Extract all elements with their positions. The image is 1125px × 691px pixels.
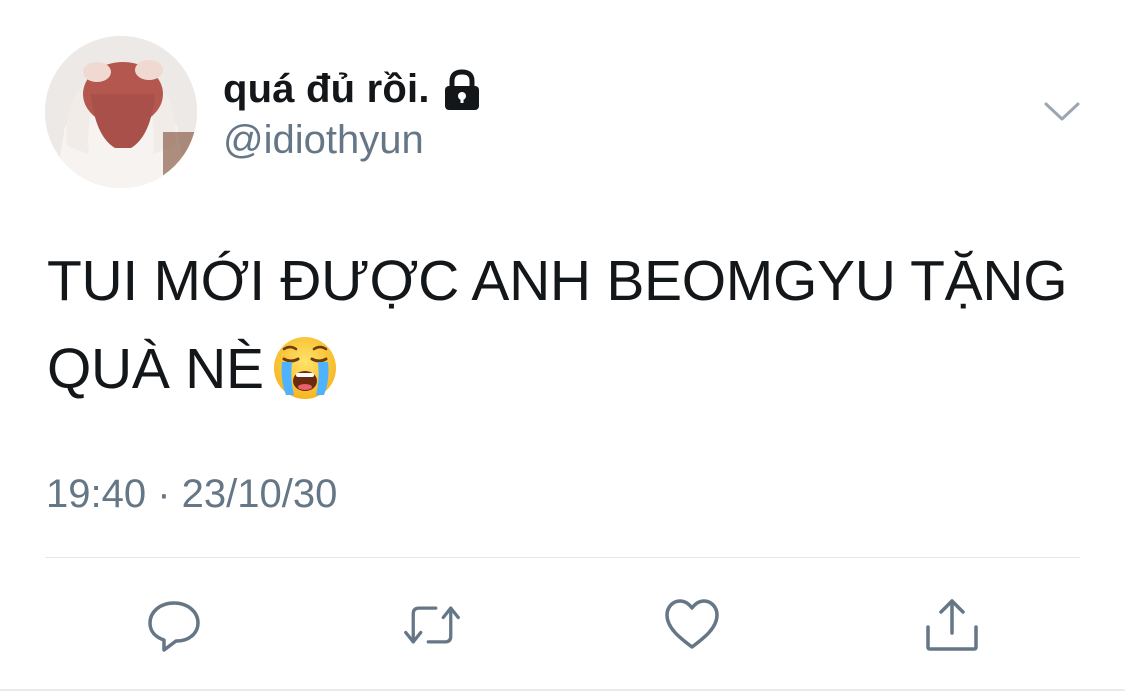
- profile-photo: [45, 36, 197, 188]
- user-handle[interactable]: @idiothyun: [223, 118, 424, 163]
- lock-icon: [442, 69, 482, 111]
- reply-icon: [148, 601, 200, 652]
- share-button[interactable]: [922, 595, 982, 655]
- tweet-timestamp[interactable]: 19:40 · 23/10/30: [46, 472, 337, 517]
- tweet-body: TUI MỚI ĐƯỢC ANH BEOMGYU TẶNG QUÀ NÈ: [47, 249, 1068, 401]
- like-button[interactable]: [662, 595, 722, 655]
- tweet-text: TUI MỚI ĐƯỢC ANH BEOMGYU TẶNG QUÀ NÈ: [47, 237, 1107, 413]
- more-options-button[interactable]: [1036, 92, 1088, 132]
- chevron-down-icon: [1044, 102, 1080, 121]
- heart-icon: [665, 599, 719, 649]
- avatar[interactable]: [45, 36, 197, 188]
- loudly-crying-face-emoji: [272, 335, 338, 401]
- divider: [45, 557, 1080, 558]
- retweet-icon: [404, 606, 460, 644]
- share-icon: [926, 599, 978, 651]
- display-name[interactable]: quá đủ rồi.: [223, 67, 430, 112]
- retweet-button[interactable]: [402, 595, 462, 655]
- reply-button[interactable]: [144, 595, 204, 655]
- user-name-row: quá đủ rồi.: [223, 64, 482, 114]
